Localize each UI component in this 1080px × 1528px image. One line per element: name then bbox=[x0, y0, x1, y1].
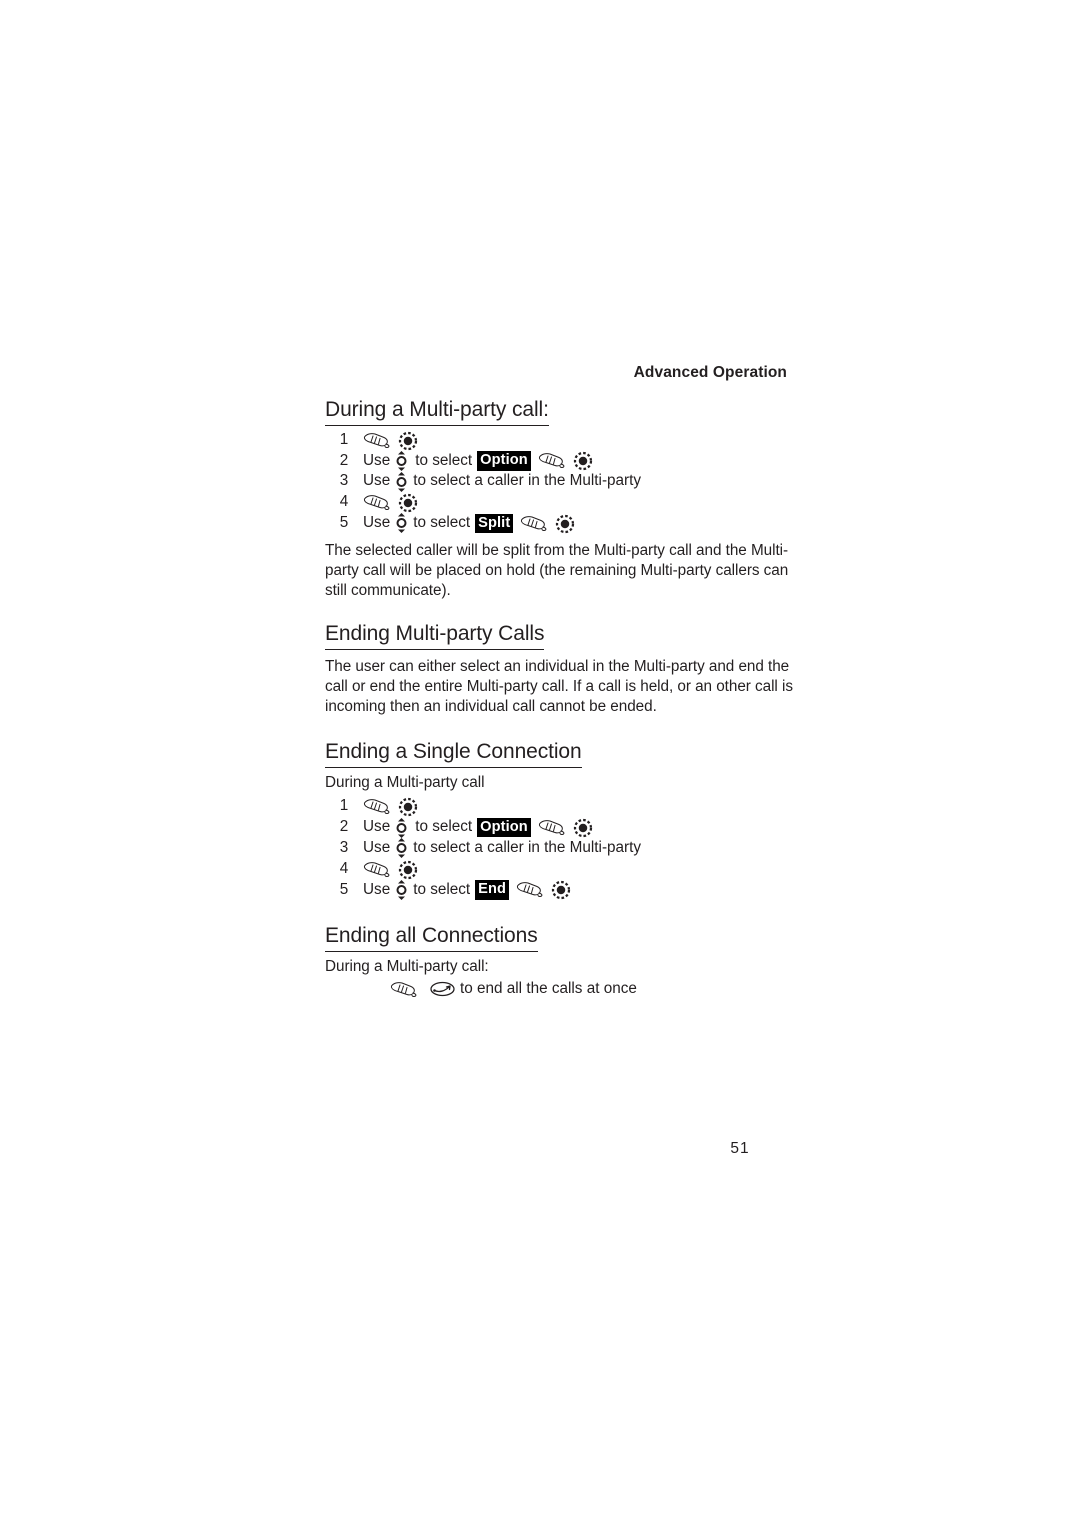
step-item: 5 Use to select Split bbox=[325, 513, 793, 534]
step-item: 1 bbox=[325, 796, 793, 817]
press-key-hand-icon bbox=[363, 432, 391, 449]
select-key-icon bbox=[398, 860, 418, 879]
up-down-navigation-key-icon bbox=[395, 879, 408, 900]
paragraph-ending-multiparty-calls: The user can either select an individual… bbox=[325, 658, 793, 715]
softkey-label: Split bbox=[475, 513, 514, 534]
up-down-navigation-key-icon bbox=[395, 817, 408, 838]
step-text: to select bbox=[415, 451, 473, 469]
step-number: 5 bbox=[339, 880, 349, 898]
page-content: During a Multi-party call: 1 2 Use to selec… bbox=[325, 398, 793, 998]
step-text: to select bbox=[415, 818, 473, 836]
step-content bbox=[363, 860, 418, 879]
paragraph-split-explanation: The selected caller will be split from t… bbox=[325, 541, 789, 599]
step-item: 4 bbox=[325, 859, 793, 880]
softkey-label: End bbox=[475, 880, 510, 900]
section-heading-text: Ending Multi-party Calls bbox=[325, 622, 544, 651]
step-content bbox=[363, 431, 418, 450]
step-number: 1 bbox=[339, 430, 349, 448]
section-heading-text: During a Multi-party call: bbox=[325, 398, 549, 426]
step-content bbox=[363, 493, 418, 513]
step-text: Use bbox=[363, 451, 391, 469]
select-key-icon bbox=[551, 880, 571, 900]
step-number: 1 bbox=[339, 797, 349, 815]
section-heading-during-multiparty-call: During a Multi-party call: bbox=[325, 398, 793, 426]
press-key-hand-icon bbox=[520, 515, 548, 532]
step-number: 3 bbox=[339, 472, 349, 490]
softkey-label: Option bbox=[477, 817, 531, 838]
step-content: Use to select a caller in the Multi-party bbox=[363, 471, 641, 492]
step-number: 2 bbox=[339, 818, 349, 836]
softkey-label: Option bbox=[477, 451, 531, 471]
step-text: Use bbox=[363, 472, 391, 490]
intro-during-multiparty-call-all: During a Multi-party call: bbox=[325, 958, 489, 976]
step-list-ending-single-connection: 1 2 Use to select Option 3 Use to select a call… bbox=[325, 796, 793, 900]
intro-during-multiparty-call: During a Multi-party call bbox=[325, 773, 485, 791]
select-key-icon bbox=[398, 431, 418, 450]
press-key-hand-icon bbox=[363, 861, 391, 878]
end-call-key-icon bbox=[430, 981, 455, 997]
step-list-during-multiparty-call: 1 2 Use to select Option 3 Use to select a call… bbox=[325, 430, 793, 534]
manual-page: Advanced Operation During a Multi-party … bbox=[0, 0, 1080, 1528]
step-text: to end all the calls at once bbox=[460, 980, 637, 998]
step-content: Use to select Option bbox=[363, 450, 593, 472]
step-content: Use to select a caller in the Multi-party bbox=[363, 838, 641, 859]
up-down-navigation-key-icon bbox=[395, 838, 408, 859]
up-down-navigation-key-icon bbox=[395, 471, 408, 492]
press-key-hand-icon bbox=[363, 798, 391, 815]
step-item: 3 Use to select a caller in the Multi-part… bbox=[325, 838, 793, 859]
press-key-hand-icon bbox=[363, 494, 391, 511]
step-item: 2 Use to select Option bbox=[325, 817, 793, 838]
section-heading-ending-multiparty-calls: Ending Multi-party Calls bbox=[325, 622, 793, 651]
select-key-icon bbox=[573, 818, 593, 838]
press-key-hand-icon bbox=[538, 452, 566, 469]
step-content: Use to select Split bbox=[363, 513, 575, 534]
step-number: 3 bbox=[339, 839, 349, 856]
section-heading-ending-all-connections: Ending all Connections bbox=[325, 924, 793, 953]
instruction-end-all-calls: to end all the calls at once bbox=[325, 980, 793, 998]
step-item: 4 bbox=[325, 492, 793, 513]
step-item: 2 Use to select Option bbox=[325, 450, 793, 472]
section-heading-text: Ending all Connections bbox=[325, 924, 538, 953]
step-text: Use bbox=[363, 839, 391, 856]
select-key-icon bbox=[555, 514, 575, 533]
step-item: 1 bbox=[325, 430, 793, 451]
step-number: 2 bbox=[339, 451, 349, 469]
select-key-icon bbox=[398, 493, 418, 513]
up-down-navigation-key-icon bbox=[395, 513, 408, 534]
press-key-hand-icon bbox=[516, 881, 544, 898]
section-heading-ending-single-connection: Ending a Single Connection bbox=[325, 740, 793, 768]
running-header: Advanced Operation bbox=[633, 364, 787, 381]
step-text: to select a caller in the Multi-party bbox=[413, 839, 642, 856]
step-text: to select bbox=[413, 513, 471, 531]
select-key-icon bbox=[573, 451, 593, 471]
step-item: 3 Use to select a caller in the Multi-part… bbox=[325, 471, 793, 492]
step-content bbox=[363, 797, 418, 817]
step-content: Use to select Option bbox=[363, 817, 593, 838]
step-text: Use bbox=[363, 880, 391, 898]
step-text: Use bbox=[363, 818, 391, 836]
step-text: to select bbox=[413, 880, 471, 898]
up-down-navigation-key-icon bbox=[395, 450, 408, 471]
step-text: Use bbox=[363, 513, 391, 531]
step-item: 5 Use to select End bbox=[325, 879, 793, 901]
press-key-hand-icon bbox=[390, 981, 418, 998]
page-number: 51 bbox=[730, 1140, 750, 1157]
select-key-icon bbox=[398, 797, 418, 817]
press-key-hand-icon bbox=[538, 819, 566, 836]
step-number: 5 bbox=[339, 513, 349, 531]
step-number: 4 bbox=[339, 493, 349, 511]
step-content: Use to select End bbox=[363, 879, 571, 901]
section-heading-text: Ending a Single Connection bbox=[325, 740, 582, 768]
step-text: to select a caller in the Multi-party bbox=[413, 472, 642, 490]
step-number: 4 bbox=[339, 859, 349, 877]
